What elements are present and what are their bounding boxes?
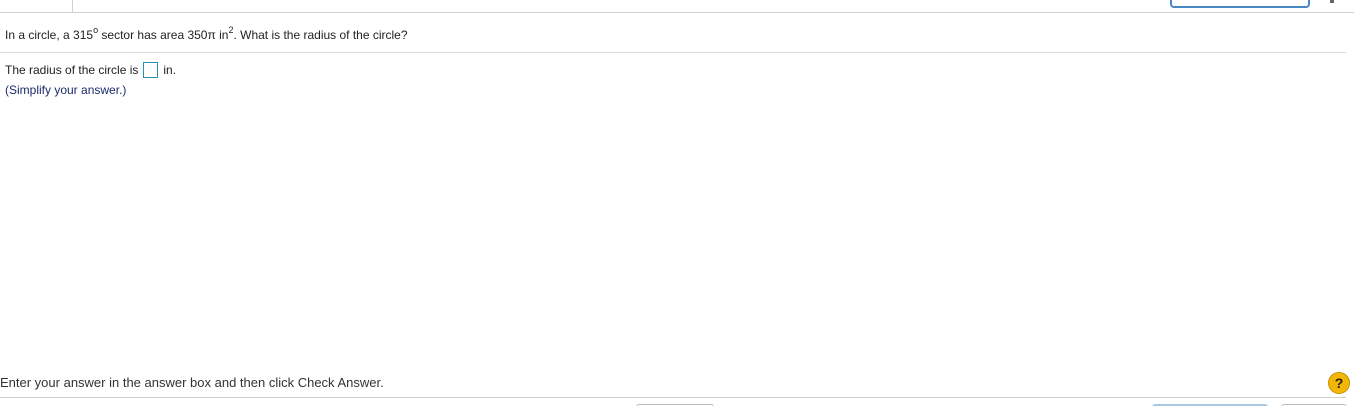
- area-exponent: 2: [228, 25, 234, 35]
- tab-divider: [72, 0, 73, 12]
- question-part2: sector has area 350π in: [98, 28, 229, 42]
- question-part1: In a circle, a 315: [5, 28, 94, 42]
- answer-line: The radius of the circle is in.: [5, 60, 176, 80]
- footer-instruction: Enter your answer in the answer box and …: [0, 375, 384, 390]
- help-icon: ?: [1334, 375, 1344, 391]
- question-page: In a circle, a 315o sector has area 350π…: [0, 0, 1354, 406]
- answer-input[interactable]: [143, 62, 159, 78]
- degree-symbol: o: [93, 25, 99, 35]
- top-right-icon[interactable]: [1330, 0, 1334, 3]
- answer-unit: in.: [163, 63, 177, 77]
- top-divider: [0, 12, 1354, 13]
- bottom-divider: [0, 397, 1346, 398]
- help-button[interactable]: ?: [1328, 372, 1350, 394]
- question-part3: . What is the radius of the circle?: [233, 28, 408, 42]
- top-toolbar-control[interactable]: [1170, 0, 1310, 8]
- question-text: In a circle, a 315o sector has area 350π…: [5, 26, 408, 44]
- answer-prefix: The radius of the circle is: [5, 63, 139, 77]
- simplify-hint: (Simplify your answer.): [5, 83, 127, 97]
- question-divider: [0, 52, 1346, 53]
